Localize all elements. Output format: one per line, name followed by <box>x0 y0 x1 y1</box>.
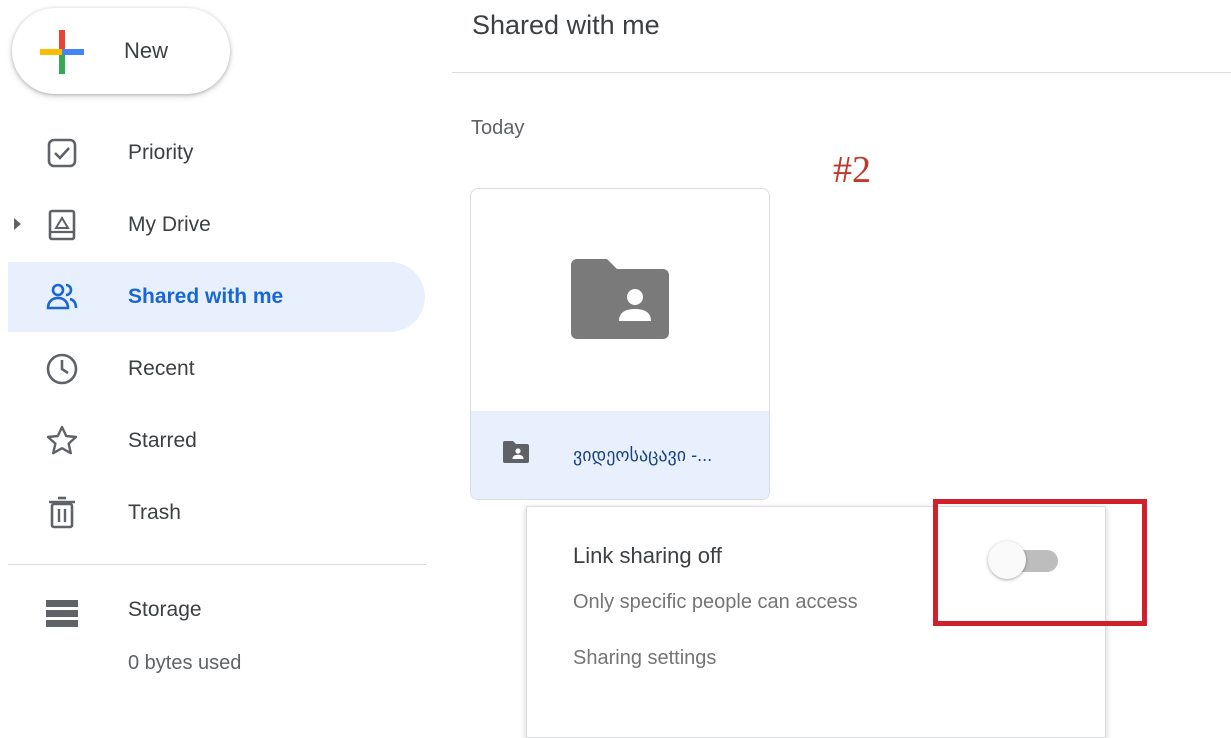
link-sharing-toggle[interactable] <box>986 540 1062 580</box>
new-button[interactable]: New <box>12 8 230 94</box>
sidebar-item-label: Trash <box>128 501 181 524</box>
shared-folder-card[interactable]: ვიდეოსაცავი -... <box>470 188 770 500</box>
expand-arrow-icon[interactable] <box>14 218 21 230</box>
clock-icon <box>46 353 78 385</box>
shared-folder-large-icon <box>571 259 669 339</box>
header-divider <box>452 72 1231 73</box>
sidebar-item-label: Priority <box>128 141 194 164</box>
sidebar-item-priority[interactable]: Priority <box>8 118 425 188</box>
sidebar-item-starred[interactable]: Starred <box>8 406 425 476</box>
sidebar-item-label: Shared with me <box>128 285 284 308</box>
storage-icon <box>46 600 78 627</box>
shared-folder-icon <box>503 441 529 463</box>
sidebar-item-trash[interactable]: Trash <box>8 478 425 548</box>
plus-icon <box>40 30 84 74</box>
star-icon <box>46 425 78 455</box>
sidebar-item-shared-with-me[interactable]: Shared with me <box>8 262 425 332</box>
sidebar-item-label: My Drive <box>128 213 211 236</box>
section-label-today: Today <box>471 117 525 139</box>
annotation-label: #2 <box>833 149 871 191</box>
sidebar-divider <box>8 564 426 565</box>
toggle-knob <box>988 541 1026 579</box>
sidebar-item-label: Starred <box>128 429 197 452</box>
checkbox-icon <box>47 138 77 168</box>
card-footer: ვიდეოსაცავი -... <box>471 411 769 499</box>
people-icon <box>46 283 78 310</box>
sidebar-item-my-drive[interactable]: My Drive <box>8 190 425 260</box>
storage-label[interactable]: Storage <box>128 598 202 622</box>
sidebar-item-label: Recent <box>128 357 195 380</box>
storage-used-text: 0 bytes used <box>128 652 242 674</box>
sidebar-item-recent[interactable]: Recent <box>8 334 425 404</box>
page-title: Shared with me <box>472 10 660 40</box>
link-sharing-status: Link sharing off <box>573 543 722 568</box>
trash-icon <box>49 496 75 529</box>
link-sharing-description: Only specific people can access <box>573 591 858 613</box>
folder-name: ვიდეოსაცავი -... <box>573 445 713 465</box>
folder-thumbnail <box>471 189 769 411</box>
new-button-label: New <box>124 38 169 63</box>
sharing-settings-link[interactable]: Sharing settings <box>573 647 716 670</box>
drive-icon <box>48 209 76 241</box>
